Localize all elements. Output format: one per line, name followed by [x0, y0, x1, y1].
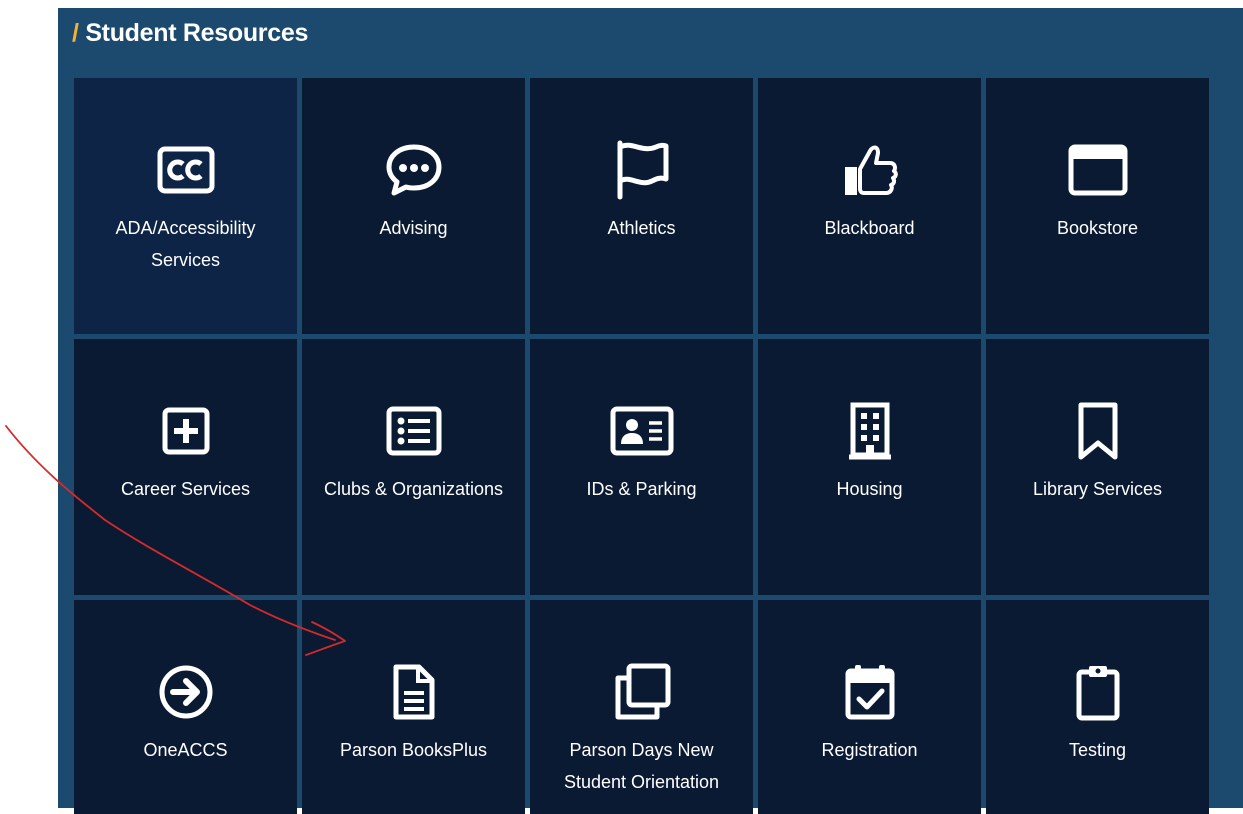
- section-heading: / Student Resources: [72, 16, 308, 50]
- tile-clubs-organizations[interactable]: Clubs & Organizations: [302, 339, 525, 595]
- tile-parson-booksplus[interactable]: Parson BooksPlus: [302, 600, 525, 814]
- tile-housing[interactable]: Housing: [758, 339, 981, 595]
- list-icon: [382, 399, 446, 463]
- tile-label: Blackboard: [824, 218, 915, 238]
- tile-advising[interactable]: Advising: [302, 78, 525, 334]
- thumbs-up-icon: [838, 138, 902, 202]
- building-icon: [838, 399, 902, 463]
- tile-label: Athletics: [607, 218, 676, 238]
- tile-athletics[interactable]: Athletics: [530, 78, 753, 334]
- chat-bubble-icon: [382, 138, 446, 202]
- tile-library-services[interactable]: Library Services: [986, 339, 1209, 595]
- tile-label: ADA/Accessibility Services: [115, 218, 256, 270]
- clipboard-icon: [1066, 660, 1130, 724]
- tile-label: Advising: [379, 218, 448, 238]
- tile-ids-parking[interactable]: IDs & Parking: [530, 339, 753, 595]
- tile-label: Clubs & Organizations: [323, 479, 504, 499]
- bookmark-icon: [1066, 399, 1130, 463]
- tile-oneaccs[interactable]: OneACCS: [74, 600, 297, 814]
- tile-testing[interactable]: Testing: [986, 600, 1209, 814]
- tile-label: Career Services: [120, 479, 251, 499]
- plus-square-icon: [154, 399, 218, 463]
- resource-grid: ADA/Accessibility Services Advising Athl…: [74, 78, 1209, 814]
- tile-label: IDs & Parking: [586, 479, 697, 499]
- tile-label: Registration: [821, 740, 918, 760]
- heading-title: Student Resources: [85, 19, 309, 47]
- tile-ada-accessibility[interactable]: ADA/Accessibility Services: [74, 78, 297, 334]
- tile-parson-days-orientation[interactable]: Parson Days New Student Orientation: [530, 600, 753, 814]
- tile-label: Testing: [1068, 740, 1127, 760]
- student-resources-panel: / Student Resources ADA/Accessibility Se…: [58, 8, 1243, 814]
- tile-label: Housing: [836, 479, 903, 499]
- tile-label: Parson Days New Student Orientation: [563, 740, 720, 792]
- flag-icon: [610, 138, 674, 202]
- tile-label: OneACCS: [143, 740, 228, 760]
- tile-registration[interactable]: Registration: [758, 600, 981, 814]
- heading-slash: /: [72, 19, 79, 47]
- tile-label: Parson BooksPlus: [339, 740, 488, 760]
- id-card-icon: [610, 399, 674, 463]
- tile-blackboard[interactable]: Blackboard: [758, 78, 981, 334]
- tile-career-services[interactable]: Career Services: [74, 339, 297, 595]
- clone-icon: [610, 660, 674, 724]
- tile-label: Bookstore: [1056, 218, 1139, 238]
- tile-bookstore[interactable]: Bookstore: [986, 78, 1209, 334]
- window-icon: [1066, 138, 1130, 202]
- calendar-check-icon: [838, 660, 902, 724]
- tile-label: Library Services: [1032, 479, 1163, 499]
- document-icon: [382, 660, 446, 724]
- closed-captioning-icon: [154, 138, 218, 202]
- arrow-circle-right-icon: [154, 660, 218, 724]
